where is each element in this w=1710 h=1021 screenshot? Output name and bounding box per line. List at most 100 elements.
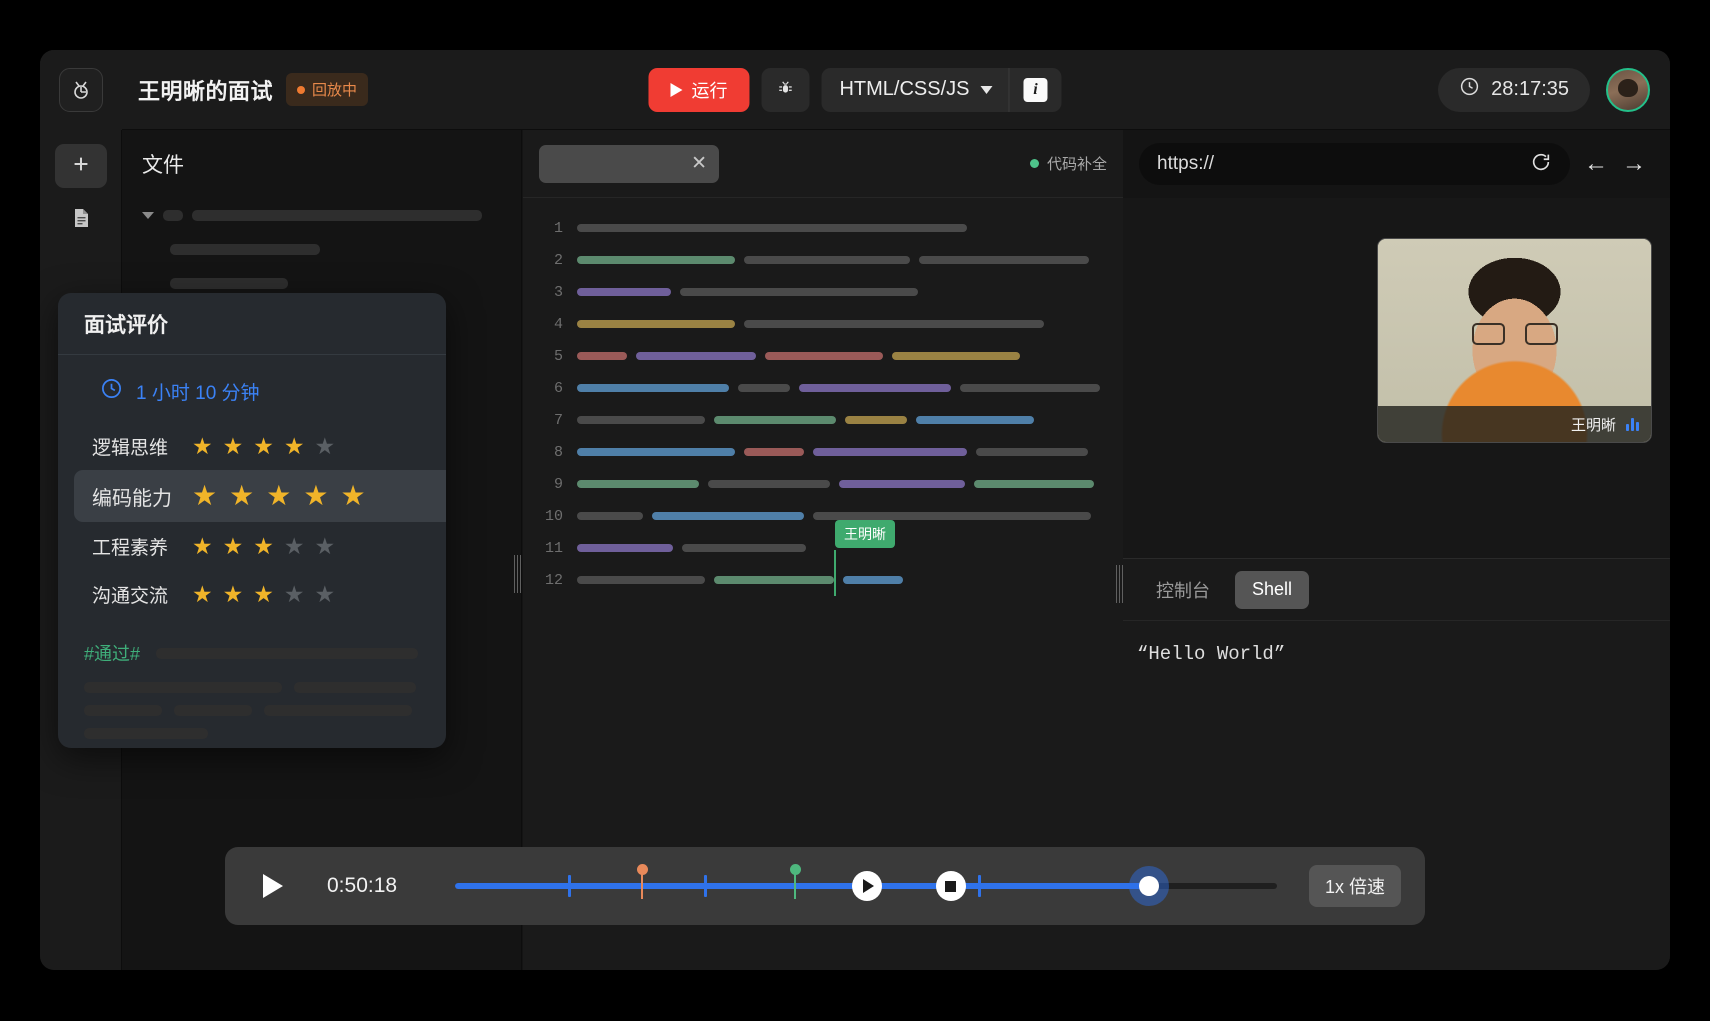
participant-name: 王明晰 <box>1570 416 1616 434</box>
timeline-marker-orange[interactable] <box>636 864 648 899</box>
evaluation-tag-row: #通过# <box>58 618 446 666</box>
line-number: 12 <box>544 571 563 589</box>
tab-console[interactable]: 控制台 <box>1139 571 1227 609</box>
editor-tab[interactable]: ✕ <box>539 144 719 183</box>
project-title-zone: 王明晰的面试 回放中 <box>122 73 369 106</box>
rating-stars[interactable]: ★ ★ ★ ★ ★ <box>192 482 366 510</box>
rating-row-communication[interactable]: 沟通交流 ★ ★ ★ ★ ★ <box>58 570 446 618</box>
timeline-play-marker[interactable] <box>852 871 883 901</box>
participant-video[interactable]: 王明晰 <box>1377 238 1652 443</box>
language-select[interactable]: HTML/CSS/JS <box>821 67 1010 112</box>
chevron-down-icon[interactable] <box>142 211 154 219</box>
run-button-label: 运行 <box>691 80 728 101</box>
rating-row-engineering[interactable]: 工程素养 ★ ★ ★ ★ ★ <box>58 522 446 570</box>
collaborator-cursor <box>834 550 836 596</box>
close-icon[interactable]: ✕ <box>691 154 707 173</box>
preview-splitter[interactable] <box>1116 565 1123 603</box>
url-input[interactable]: https:// <box>1139 143 1570 185</box>
tab-shell[interactable]: Shell <box>1235 570 1310 609</box>
avatar[interactable] <box>1606 67 1650 112</box>
evaluation-notes <box>58 666 446 739</box>
center-toolbar: 运行 HTML/CSS/JS i <box>648 67 1062 112</box>
file-panel-title: 文件 <box>142 154 184 177</box>
console-output: “Hello World” <box>1137 643 1286 665</box>
line-number: 7 <box>553 411 563 429</box>
line-number: 3 <box>553 283 563 301</box>
timeline-tick <box>704 875 708 897</box>
rail-add-button[interactable] <box>54 144 107 188</box>
session-timer: 28:17:35 <box>1438 67 1590 112</box>
play-icon <box>670 82 683 97</box>
file-icon <box>163 209 183 221</box>
glasses-icon <box>1471 323 1558 345</box>
participant-label: 王明晰 <box>1378 406 1651 442</box>
line-number: 1 <box>553 219 563 237</box>
timeline-progress <box>455 883 1146 889</box>
timer-value: 28:17:35 <box>1491 78 1569 100</box>
right-toolbar: 28:17:35 <box>1438 67 1650 112</box>
line-number: 2 <box>553 251 563 269</box>
language-group: HTML/CSS/JS i <box>821 67 1062 112</box>
evaluation-popup: 面试评价 1 小时 10 分钟 逻辑思维 ★ ★ ★ ★ ★ 编码能力 ★ ★ ★ ★ ★ 工程… <box>58 293 446 748</box>
plus-icon <box>70 153 92 180</box>
timeline-marker-green[interactable] <box>789 864 801 899</box>
rating-label: 工程素养 <box>92 537 169 559</box>
chevron-down-icon <box>980 85 993 94</box>
code-completion-label: 代码补全 <box>1046 156 1107 173</box>
pass-tag: #通过# <box>84 644 141 664</box>
language-select-value: HTML/CSS/JS <box>839 78 970 100</box>
line-number: 4 <box>553 315 563 333</box>
line-number: 8 <box>553 443 563 461</box>
rating-row-logic[interactable]: 逻辑思维 ★ ★ ★ ★ ★ <box>58 422 446 470</box>
rating-stars[interactable]: ★ ★ ★ ★ ★ <box>192 534 335 558</box>
arrow-left-icon[interactable]: ← <box>1584 152 1608 176</box>
code-lines[interactable]: 1 2 3 4 5 6 7 8 9 10 11 12 王明晰 <box>523 198 1123 596</box>
playback-speed-button[interactable]: 1x 倍速 <box>1308 865 1401 907</box>
info-icon: i <box>1023 77 1048 102</box>
rating-label: 沟通交流 <box>92 585 169 607</box>
page-title: 王明晰的面试 <box>138 78 274 104</box>
preview-viewport: 王明晰 <box>1123 198 1670 558</box>
editor-splitter[interactable] <box>514 555 521 593</box>
tree-row[interactable] <box>140 232 503 266</box>
timeline-thumb[interactable] <box>1138 876 1159 896</box>
status-dot-icon <box>297 85 306 94</box>
playback-time: 0:50:18 <box>327 874 398 897</box>
clock-icon <box>100 377 123 406</box>
debug-button[interactable] <box>761 67 810 112</box>
console-tabs: 控制台 Shell <box>1123 559 1670 621</box>
file-name-placeholder <box>192 209 482 221</box>
timeline-stop-marker[interactable] <box>935 871 966 901</box>
rating-row-coding[interactable]: 编码能力 ★ ★ ★ ★ ★ <box>74 470 446 522</box>
evaluation-title: 面试评价 <box>58 293 446 355</box>
timeline-track[interactable] <box>455 864 1277 907</box>
evaluation-duration: 1 小时 10 分钟 <box>58 355 446 422</box>
status-badge: 回放中 <box>286 73 369 106</box>
rating-stars[interactable]: ★ ★ ★ ★ ★ <box>192 582 335 606</box>
audio-level-icon <box>1626 417 1639 431</box>
ide-window: 王明晰的面试 回放中 运行 HTML/CSS/JS i 28:17:35 文件 … <box>40 50 1670 970</box>
line-number: 9 <box>553 475 563 493</box>
top-toolbar: 王明晰的面试 回放中 运行 HTML/CSS/JS i 28:17:35 <box>40 50 1670 130</box>
arrow-right-icon[interactable]: → <box>1622 152 1646 176</box>
clock-icon <box>1459 76 1480 103</box>
app-logo[interactable] <box>40 50 122 130</box>
run-button[interactable]: 运行 <box>648 67 750 112</box>
stop-icon <box>945 880 957 892</box>
line-number: 11 <box>544 539 563 557</box>
rail-files-button[interactable] <box>55 198 107 242</box>
info-button[interactable]: i <box>1010 68 1062 112</box>
rating-label: 逻辑思维 <box>92 437 169 459</box>
play-icon[interactable] <box>263 874 283 898</box>
playback-bar: 0:50:18 1x 倍速 <box>225 847 1425 925</box>
line-number: 10 <box>544 507 563 525</box>
refresh-icon[interactable] <box>1530 151 1552 178</box>
line-number: 5 <box>553 347 563 365</box>
timeline-tick <box>977 875 981 897</box>
rating-stars[interactable]: ★ ★ ★ ★ ★ <box>192 434 335 458</box>
timeline-tick <box>568 875 572 897</box>
line-number: 6 <box>553 379 563 397</box>
status-dot-icon <box>1029 159 1039 168</box>
tree-row[interactable] <box>140 198 503 232</box>
browser-toolbar: https:// ← → <box>1123 130 1670 198</box>
